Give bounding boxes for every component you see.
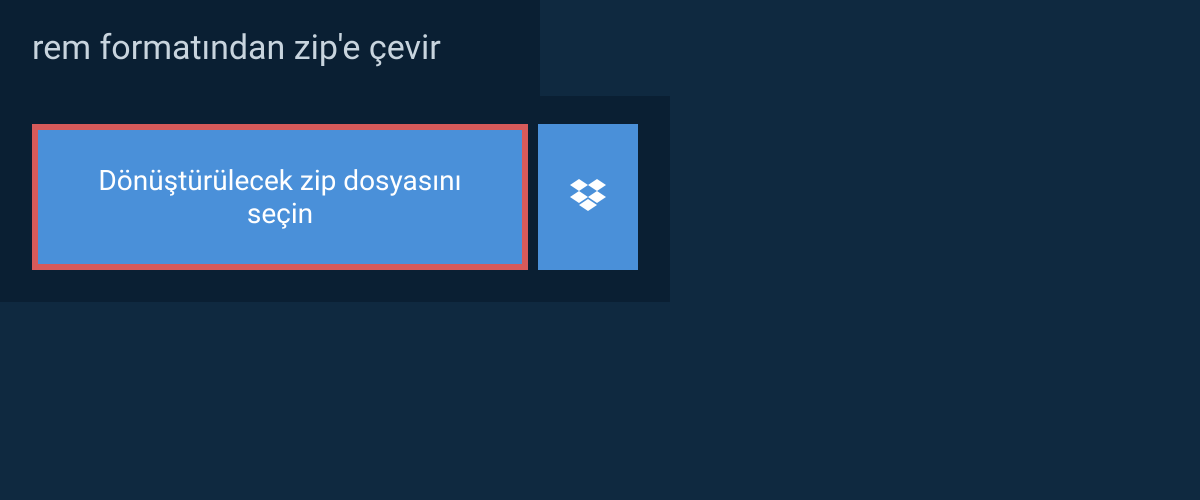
header-tab: rem formatından zip'e çevir: [0, 0, 540, 96]
select-file-button[interactable]: Dönüştürülecek zip dosyasını seçin: [32, 124, 528, 270]
content-panel: Dönüştürülecek zip dosyasını seçin: [0, 96, 670, 302]
dropbox-button[interactable]: [538, 124, 638, 270]
page-title: rem formatından zip'e çevir: [32, 28, 508, 68]
dropbox-icon: [570, 179, 606, 215]
